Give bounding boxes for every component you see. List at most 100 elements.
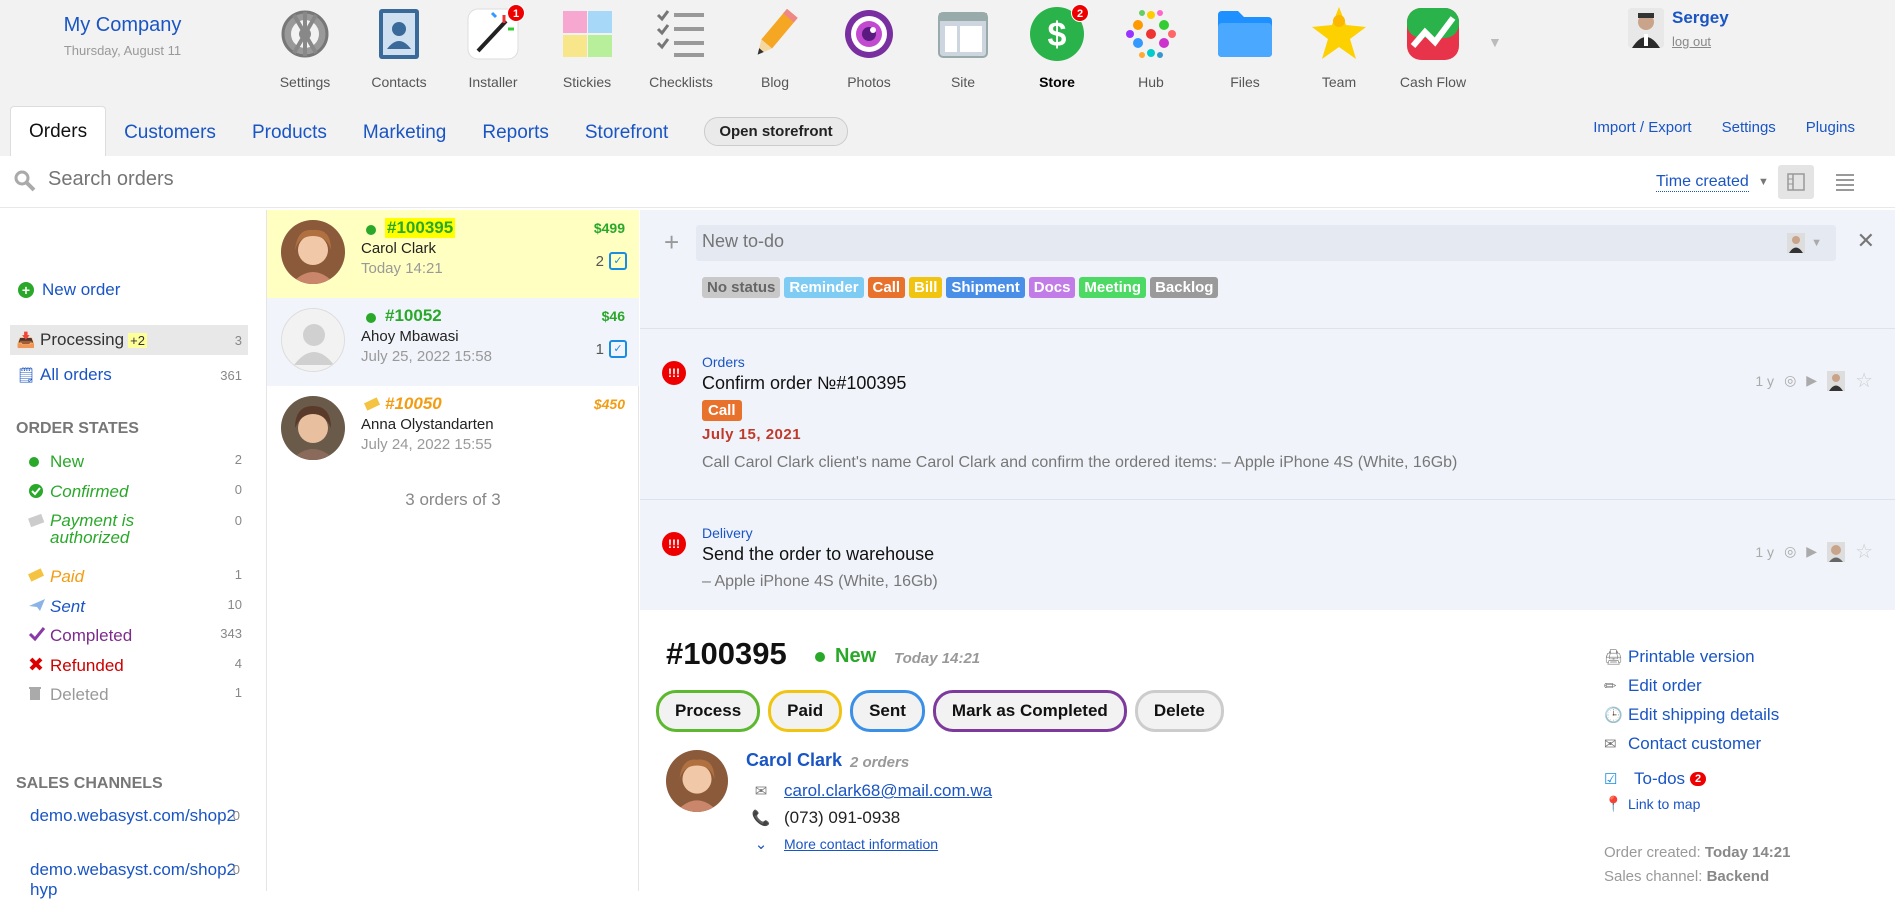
state-confirmed[interactable]: Confirmed 0 [28, 482, 248, 503]
order-created-info: Order created: Today 14:21 [1604, 844, 1790, 861]
avatar[interactable] [1628, 8, 1664, 48]
app-team[interactable]: Team [1292, 4, 1386, 90]
todo-icon: ✓ [609, 340, 627, 358]
paid-button[interactable]: Paid [768, 690, 843, 732]
new-todo-field[interactable]: ▼ [696, 225, 1836, 261]
app-label: Hub [1138, 74, 1164, 90]
app-installer[interactable]: 1 Installer [446, 4, 540, 90]
state-new[interactable]: New 2 [28, 452, 248, 472]
app-site[interactable]: Site [916, 4, 1010, 90]
user-name[interactable]: Sergey [1672, 8, 1729, 28]
tab-products[interactable]: Products [234, 110, 345, 156]
tab-orders[interactable]: Orders [10, 106, 107, 156]
state-refunded[interactable]: Refunded 4 [28, 656, 248, 677]
sidebar-item-all-orders[interactable]: 🗒 All orders 361 [10, 360, 248, 390]
trash-icon [28, 685, 50, 706]
task-title[interactable]: Confirm order №#100395 [702, 373, 906, 394]
app-contacts[interactable]: Contacts [352, 4, 446, 90]
tab-storefront[interactable]: Storefront [567, 110, 686, 156]
contact-customer-link[interactable]: ✉ Contact customer [1604, 729, 1779, 758]
tag-docs[interactable]: Docs [1028, 277, 1076, 298]
new-order-button[interactable]: + New order [18, 280, 120, 300]
state-deleted[interactable]: Deleted 1 [28, 685, 248, 706]
task-item[interactable]: !!! Orders Confirm order №#100395 Call J… [640, 328, 1895, 508]
app-blog[interactable]: Blog [728, 4, 822, 90]
process-button[interactable]: Process [656, 690, 761, 732]
import-export-link[interactable]: Import / Export [1593, 119, 1691, 136]
task-item[interactable]: !!! Delivery Send the order to warehouse… [640, 499, 1895, 609]
list-view-toggle[interactable] [1834, 171, 1856, 193]
close-icon[interactable]: ✕ [1857, 228, 1875, 254]
tag-shipment[interactable]: Shipment [946, 277, 1025, 298]
tab-marketing[interactable]: Marketing [345, 110, 464, 156]
state-completed[interactable]: Completed 343 [28, 626, 248, 647]
list-item[interactable]: #10052 $46 Ahoy Mbawasi July 25, 2022 15… [267, 298, 639, 386]
channel-item[interactable]: demo.webasyst.com/shop2 0 [30, 806, 240, 826]
customer-email[interactable]: carol.clark68@mail.com.wa [784, 781, 992, 801]
plus-icon[interactable]: + [664, 229, 679, 255]
list-item[interactable]: #100395 $499 Carol Clark Today 14:21 2 ✓ [267, 210, 639, 298]
tag-no-status[interactable]: No status [702, 277, 781, 298]
delete-button[interactable]: Delete [1134, 690, 1224, 732]
task-title[interactable]: Send the order to warehouse [702, 544, 934, 565]
app-hub[interactable]: Hub [1104, 4, 1198, 90]
chevron-down-icon[interactable]: ▼ [1758, 176, 1769, 188]
sidebar-item-processing[interactable]: 📥 Processing +2 3 [10, 325, 248, 355]
task-category[interactable]: Delivery [702, 525, 753, 541]
play-icon[interactable]: ▶ [1806, 372, 1817, 389]
logout-link[interactable]: log out [1672, 34, 1729, 49]
customer-name-link[interactable]: Carol Clark [746, 750, 842, 771]
printable-version-link[interactable]: 🖨 Printable version [1604, 642, 1779, 671]
star-icon[interactable]: ☆ [1855, 539, 1873, 564]
task-category[interactable]: Orders [702, 354, 745, 370]
app-settings[interactable]: Settings [258, 4, 352, 90]
orders-icon: 🗒 [16, 367, 36, 384]
link-to-map[interactable]: 📍 Link to map [1604, 793, 1779, 815]
tag-reminder[interactable]: Reminder [784, 277, 864, 298]
search-input[interactable] [48, 168, 648, 191]
channel-item[interactable]: demo.webasyst.com/shop2hyp 0 [30, 860, 240, 900]
channel-count: 0 [232, 862, 240, 877]
tab-customers[interactable]: Customers [106, 110, 234, 156]
more-contact-row[interactable]: ⌄ More contact information [750, 835, 938, 853]
complete-icon[interactable]: ◎ [1784, 372, 1796, 389]
search-icon [14, 170, 36, 197]
state-sent[interactable]: Sent 10 [28, 597, 248, 618]
app-store[interactable]: $ 2 Store [1010, 4, 1104, 90]
open-storefront-button[interactable]: Open storefront [704, 117, 848, 146]
list-item[interactable]: #10050 $450 Anna Olystandarten July 24, … [267, 386, 639, 474]
star-icon[interactable]: ☆ [1855, 368, 1873, 393]
chevron-down-icon[interactable]: ▼ [1488, 34, 1502, 50]
task-tag: Call [702, 400, 742, 421]
state-paid[interactable]: Paid 1 [27, 567, 248, 588]
company-block[interactable]: My Company Thursday, August 11 [0, 14, 245, 58]
split-view-toggle[interactable] [1778, 165, 1814, 199]
app-stickies[interactable]: Stickies [540, 4, 634, 90]
sort-select[interactable]: Time created [1656, 173, 1749, 192]
todos-link[interactable]: ☑ To-dos 2 [1604, 764, 1779, 793]
tag-backlog[interactable]: Backlog [1150, 277, 1219, 298]
assignee-select[interactable]: ▼ [1787, 233, 1822, 253]
new-todo-input[interactable] [702, 231, 1502, 252]
tab-reports[interactable]: Reports [464, 110, 567, 156]
edit-shipping-link[interactable]: 🕒 Edit shipping details [1604, 700, 1779, 729]
mark-completed-button[interactable]: Mark as Completed [932, 690, 1127, 732]
app-cashflow[interactable]: Cash Flow [1386, 4, 1480, 90]
edit-order-link[interactable]: ✏ Edit order [1604, 671, 1779, 700]
tag-call[interactable]: Call [867, 277, 906, 298]
tag-bill[interactable]: Bill [909, 277, 943, 298]
app-checklists[interactable]: Checklists [634, 4, 728, 90]
app-photos[interactable]: Photos [822, 4, 916, 90]
app-files[interactable]: Files [1198, 4, 1292, 90]
play-icon[interactable]: ▶ [1806, 543, 1817, 560]
more-contact-link[interactable]: More contact information [784, 836, 938, 852]
state-payment-authorized[interactable]: Payment is authorized 0 [28, 512, 248, 546]
settings-link[interactable]: Settings [1722, 119, 1776, 136]
sent-button[interactable]: Sent [850, 690, 925, 732]
tag-meeting[interactable]: Meeting [1079, 277, 1147, 298]
order-side-links: 🖨 Printable version ✏ Edit order 🕒 Edit shi… [1604, 642, 1779, 815]
complete-icon[interactable]: ◎ [1784, 543, 1796, 560]
customer-avatar [666, 750, 728, 812]
company-name[interactable]: My Company [0, 14, 245, 37]
plugins-link[interactable]: Plugins [1806, 119, 1855, 136]
